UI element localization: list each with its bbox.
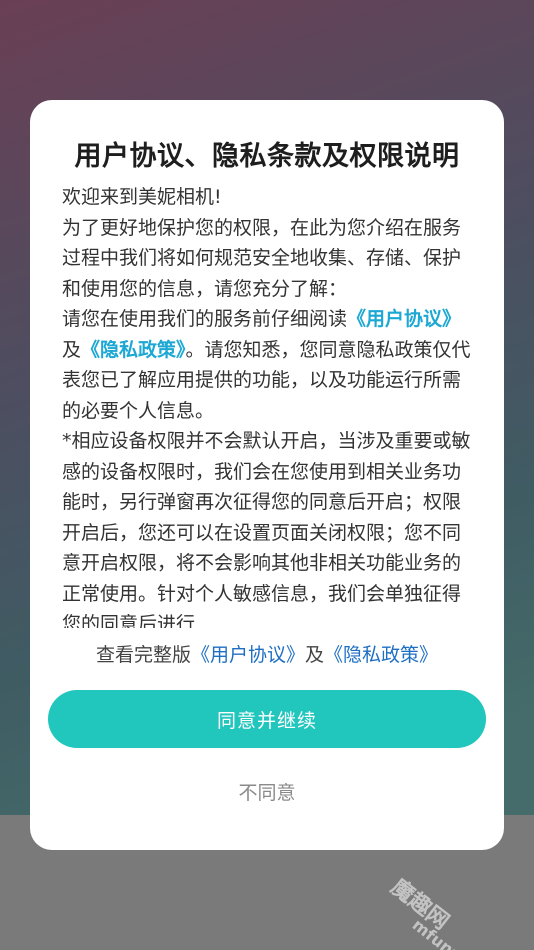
full-user-agreement-link[interactable]: 《用户协议》 (191, 644, 305, 666)
read-notice-and: 及 (62, 338, 82, 361)
user-agreement-link[interactable]: 《用户协议》 (347, 308, 461, 330)
view-full-and: 及 (305, 644, 325, 666)
privacy-policy-link[interactable]: 《隐私政策》 (81, 339, 186, 361)
permission-paragraph: *相应设备权限并不会默认开启，当涉及重要或敏感的设备权限时，我们会在您使用到相关… (62, 430, 471, 628)
dialog-body-scroll[interactable]: 欢迎来到美妮相机! 为了更好地保护您的权限，在此为您介绍在服务过程中我们将如何规… (62, 182, 472, 628)
full-privacy-policy-link[interactable]: 《隐私政策》 (324, 644, 438, 666)
view-full-prefix: 查看完整版 (95, 644, 191, 666)
read-notice-prefix: 请您在使用我们的服务前仔细阅读 (62, 308, 348, 330)
agree-continue-button[interactable]: 同意并继续 (48, 690, 486, 748)
read-notice-paragraph: 请您在使用我们的服务前仔细阅读《用户协议》及《隐私政策》。请您知悉，您同意隐私政… (62, 304, 472, 426)
disagree-button[interactable]: 不同意 (30, 778, 504, 805)
view-full-links: 查看完整版《用户协议》及《隐私政策》 (30, 640, 504, 667)
dialog-title: 用户协议、隐私条款及权限说明 (74, 141, 460, 172)
greeting-text: 欢迎来到美妮相机! (62, 186, 222, 208)
intro-paragraph: 为了更好地保护您的权限，在此为您介绍在服务过程中我们将如何规范安全地收集、存储、… (62, 216, 462, 300)
permission-dialog: 用户协议、隐私条款及权限说明 欢迎来到美妮相机! 为了更好地保护您的权限，在此为… (30, 100, 504, 850)
